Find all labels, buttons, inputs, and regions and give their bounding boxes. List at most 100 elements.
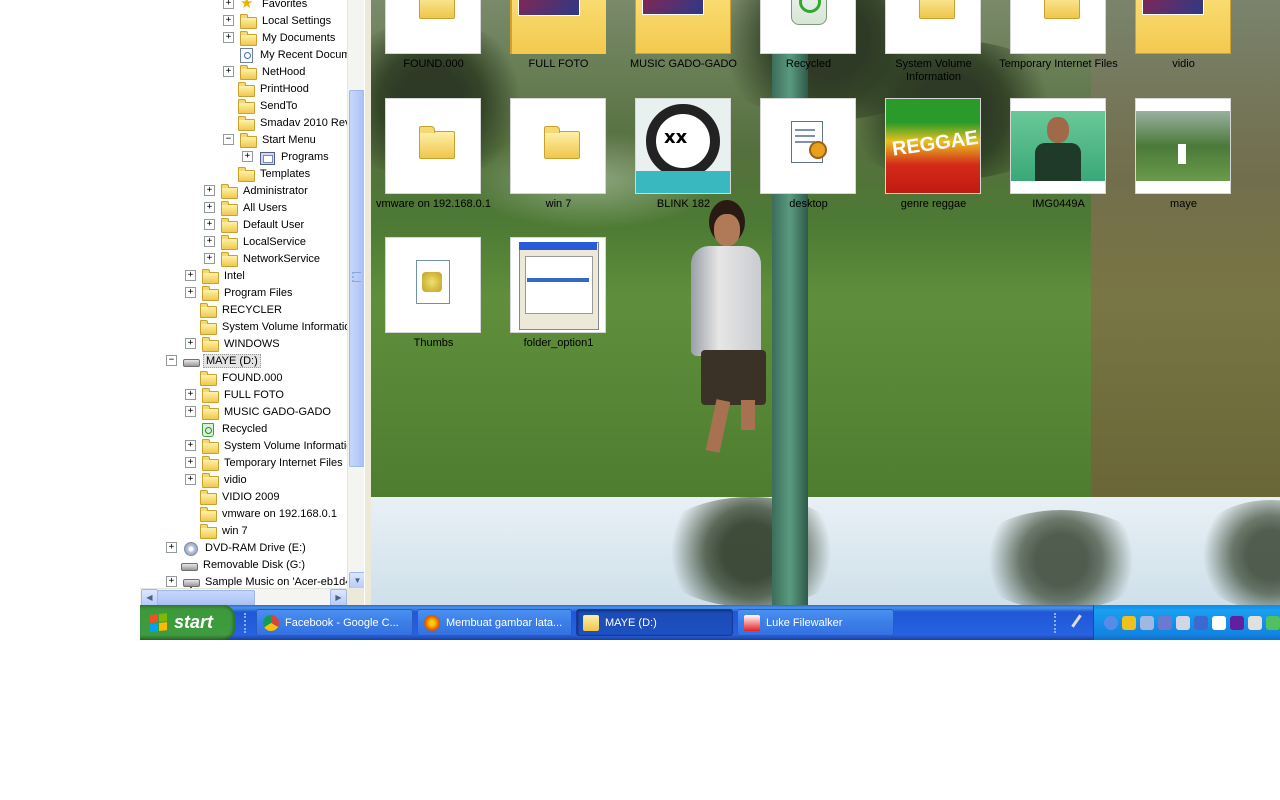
collapse-icon[interactable]: − — [223, 134, 234, 145]
file-item[interactable]: xx BLINK 182 — [621, 98, 746, 226]
expand-icon[interactable]: + — [223, 15, 234, 26]
collapse-icon[interactable]: − — [166, 355, 177, 366]
expand-icon[interactable]: + — [185, 287, 196, 298]
tree-vertical-scrollbar[interactable]: ▼ — [347, 0, 366, 589]
network-icon[interactable] — [1158, 615, 1172, 630]
taskbar-button[interactable]: MAYE (D:) — [576, 609, 733, 636]
tree-item[interactable]: VIDIO 2009 — [185, 488, 281, 505]
tree-item[interactable]: + Intel — [185, 267, 247, 284]
file-item[interactable]: Thumbs — [371, 237, 496, 365]
antivirus-icon[interactable] — [1194, 615, 1208, 630]
tree-item[interactable]: + My Documents — [223, 29, 337, 46]
tree-item[interactable]: win 7 — [185, 522, 250, 539]
expand-icon[interactable]: + — [223, 0, 234, 9]
taskbar-button[interactable]: Membuat gambar lata... — [417, 609, 572, 636]
tree-item[interactable]: + ★ Favorites — [223, 0, 309, 12]
file-item[interactable]: Recycled — [746, 0, 871, 86]
media-icon[interactable] — [1248, 615, 1262, 630]
tree-item[interactable]: Templates — [223, 165, 312, 182]
settings-icon[interactable] — [1266, 615, 1280, 630]
expand-icon[interactable]: + — [185, 474, 196, 485]
expand-icon[interactable]: + — [166, 576, 177, 587]
tree-horizontal-scrollbar[interactable]: ◀ ▶ — [140, 588, 347, 605]
expand-icon[interactable]: + — [185, 406, 196, 417]
tree-item[interactable]: + System Volume Informatio — [185, 437, 347, 454]
scroll-left-button[interactable]: ◀ — [141, 589, 158, 605]
tree-item[interactable]: + Program Files — [185, 284, 294, 301]
tree-item[interactable]: vmware on 192.168.0.1 — [185, 505, 339, 522]
tree-item[interactable]: Removable Disk (G:) — [166, 556, 307, 573]
tree-item[interactable]: + LocalService — [204, 233, 308, 250]
expand-icon[interactable]: + — [223, 66, 234, 77]
tree-item[interactable]: + Temporary Internet Files — [185, 454, 345, 471]
tree-item[interactable]: − MAYE (D:) — [166, 352, 261, 369]
expand-icon[interactable]: + — [185, 270, 196, 281]
tree-item[interactable]: FOUND.000 — [185, 369, 285, 386]
tree-item[interactable]: PrintHood — [223, 80, 311, 97]
file-item[interactable]: maye — [1121, 98, 1246, 226]
tree-item[interactable]: RECYCLER — [185, 301, 284, 318]
tree-item[interactable]: − Start Menu — [223, 131, 318, 148]
expand-icon[interactable]: + — [204, 202, 215, 213]
tree-item[interactable]: + NetworkService — [204, 250, 322, 267]
tree-item[interactable]: SendTo — [223, 97, 299, 114]
tree-item[interactable]: + Local Settings — [223, 12, 333, 29]
shield-icon[interactable] — [1122, 615, 1136, 630]
folder-tree[interactable]: + ★ Favorites + Local Settings + My Documents M… — [140, 0, 347, 588]
expand-icon[interactable]: + — [204, 185, 215, 196]
tree-item[interactable]: + WINDOWS — [185, 335, 282, 352]
tree-item[interactable]: My Recent Docume — [223, 46, 347, 63]
file-item[interactable]: vidio — [1121, 0, 1246, 86]
file-item[interactable]: vmware on 192.168.0.1 — [371, 98, 496, 226]
tree-item[interactable]: + NetHood — [223, 63, 307, 80]
scroll-right-button[interactable]: ▶ — [330, 589, 347, 605]
start-button[interactable]: start — [140, 605, 235, 640]
tree-item[interactable]: + Sample Music on 'Acer-eb1d47 — [166, 573, 347, 588]
tree-item[interactable]: + FULL FOTO — [185, 386, 286, 403]
expand-icon[interactable]: + — [185, 389, 196, 400]
tree-item-label: vmware on 192.168.0.1 — [222, 507, 337, 520]
tree-item[interactable]: + DVD-RAM Drive (E:) — [166, 539, 308, 556]
tree-item[interactable]: Recycled — [185, 420, 269, 437]
taskbar-button[interactable]: Luke Filewalker — [737, 609, 894, 636]
file-item[interactable]: FOUND.000 — [371, 0, 496, 86]
file-item[interactable]: desktop — [746, 98, 871, 226]
file-item[interactable]: IMG0449A — [996, 98, 1121, 226]
thumbnail — [760, 0, 856, 54]
tree-item[interactable]: + All Users — [204, 199, 289, 216]
yahoo-icon[interactable] — [1230, 615, 1244, 630]
file-item[interactable]: System Volume Information — [871, 0, 996, 86]
expand-icon[interactable]: + — [223, 32, 234, 43]
taskbar-grip-right[interactable] — [1054, 613, 1059, 633]
messenger-icon[interactable] — [1212, 615, 1226, 630]
sound-icon[interactable] — [1176, 615, 1190, 630]
tree-item[interactable]: System Volume Informatio — [185, 318, 347, 335]
tree-item[interactable]: + MUSIC GADO-GADO — [185, 403, 333, 420]
tree-item[interactable]: + Administrator — [204, 182, 310, 199]
quick-launch-icon[interactable] — [1068, 614, 1084, 630]
expand-icon[interactable]: + — [185, 338, 196, 349]
expand-icon[interactable]: + — [185, 457, 196, 468]
expand-icon[interactable]: + — [204, 236, 215, 247]
network-icon[interactable] — [1140, 615, 1154, 630]
expand-icon[interactable]: + — [204, 253, 215, 264]
expand-icon[interactable]: + — [185, 440, 196, 451]
taskbar-button[interactable]: Facebook - Google C... — [256, 609, 413, 636]
tree-item[interactable]: + Default User — [204, 216, 306, 233]
tree-item[interactable]: + Programs — [242, 148, 331, 165]
file-item[interactable]: FULL FOTO — [496, 0, 621, 86]
tree-hscroll-thumb[interactable] — [157, 590, 255, 605]
file-item[interactable]: win 7 — [496, 98, 621, 226]
taskbar-grip[interactable] — [244, 613, 249, 633]
tree-item[interactable]: + vidio — [185, 471, 249, 488]
expand-icon[interactable]: + — [242, 151, 253, 162]
expand-icon[interactable]: + — [166, 542, 177, 553]
file-item[interactable]: REGGAE genre reggae — [871, 98, 996, 226]
file-list-pane[interactable]: FOUND.000 FULL FOTO MUSIC GADO-GADO Recycle… — [371, 0, 1280, 605]
back-icon[interactable] — [1104, 615, 1118, 630]
expand-icon[interactable]: + — [204, 219, 215, 230]
file-item[interactable]: MUSIC GADO-GADO — [621, 0, 746, 86]
file-item[interactable]: Temporary Internet Files — [996, 0, 1121, 86]
tree-item[interactable]: Smadav 2010 Rev — [223, 114, 347, 131]
file-item[interactable]: folder_option1 — [496, 237, 621, 365]
